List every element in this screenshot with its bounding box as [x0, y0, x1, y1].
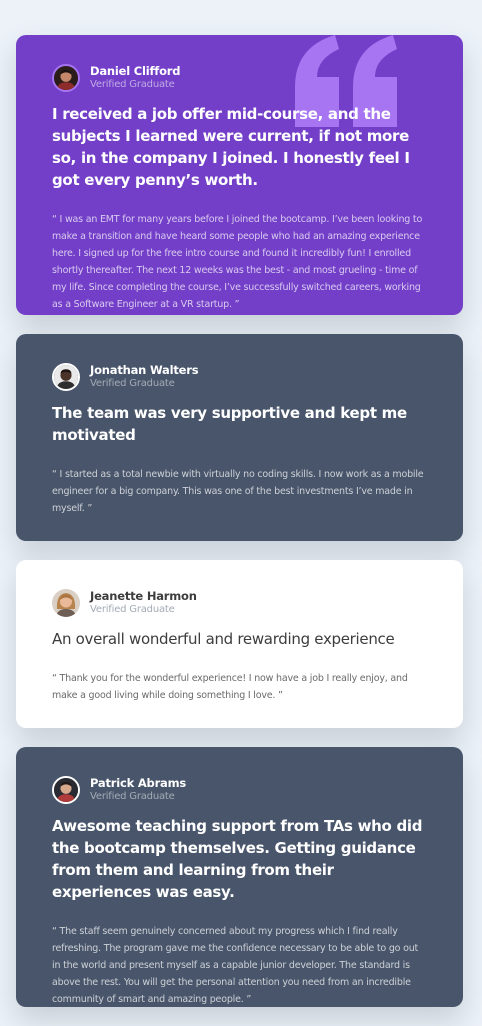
- author-status: Verified Graduate: [90, 791, 175, 803]
- testimonial-card-jonathan: Jonathan Walters Verified Graduate The t…: [16, 334, 463, 541]
- person-avatar-icon: [52, 589, 80, 617]
- testimonial-card-daniel: Daniel Clifford Verified Graduate I rece…: [16, 35, 463, 315]
- testimonials-list: Daniel Clifford Verified Graduate I rece…: [16, 35, 463, 1026]
- author-name: Daniel Clifford: [90, 63, 181, 78]
- testimonial-body: “ I started as a total newbie with virtu…: [52, 469, 424, 514]
- testimonial-headline: The team was very supportive and kept me…: [52, 404, 407, 444]
- testimonial-headline: Awesome teaching support from TAs who di…: [52, 817, 423, 901]
- author-block: Daniel Clifford Verified Graduate: [52, 64, 427, 92]
- author-name: Jeanette Harmon: [90, 588, 197, 603]
- author-info: Jeanette Harmon Verified Graduate: [90, 588, 197, 616]
- author-info: Daniel Clifford Verified Graduate: [90, 63, 181, 91]
- testimonial-body: “ I was an EMT for many years before I j…: [52, 214, 423, 310]
- testimonial-headline: An overall wonderful and rewarding exper…: [52, 630, 395, 648]
- author-block: Jonathan Walters Verified Graduate: [52, 363, 427, 391]
- person-avatar-icon: [52, 363, 80, 391]
- author-block: Jeanette Harmon Verified Graduate: [52, 589, 427, 617]
- author-status: Verified Graduate: [90, 79, 175, 91]
- author-status: Verified Graduate: [90, 378, 175, 390]
- testimonial-card-jeanette: Jeanette Harmon Verified Graduate An ove…: [16, 560, 463, 728]
- author-status: Verified Graduate: [90, 604, 175, 616]
- author-info: Patrick Abrams Verified Graduate: [90, 775, 187, 803]
- testimonial-body: “ The staff seem genuinely concerned abo…: [52, 926, 419, 1005]
- person-avatar-icon: [52, 776, 80, 804]
- testimonial-headline: I received a job offer mid-course, and t…: [52, 105, 410, 189]
- person-avatar-icon: [52, 64, 80, 92]
- testimonial-card-patrick: Patrick Abrams Verified Graduate Awesome…: [16, 747, 463, 1007]
- author-name: Patrick Abrams: [90, 775, 187, 790]
- testimonial-body: “ Thank you for the wonderful experience…: [52, 673, 408, 701]
- author-info: Jonathan Walters Verified Graduate: [90, 362, 199, 390]
- author-block: Patrick Abrams Verified Graduate: [52, 776, 427, 804]
- author-name: Jonathan Walters: [90, 362, 199, 377]
